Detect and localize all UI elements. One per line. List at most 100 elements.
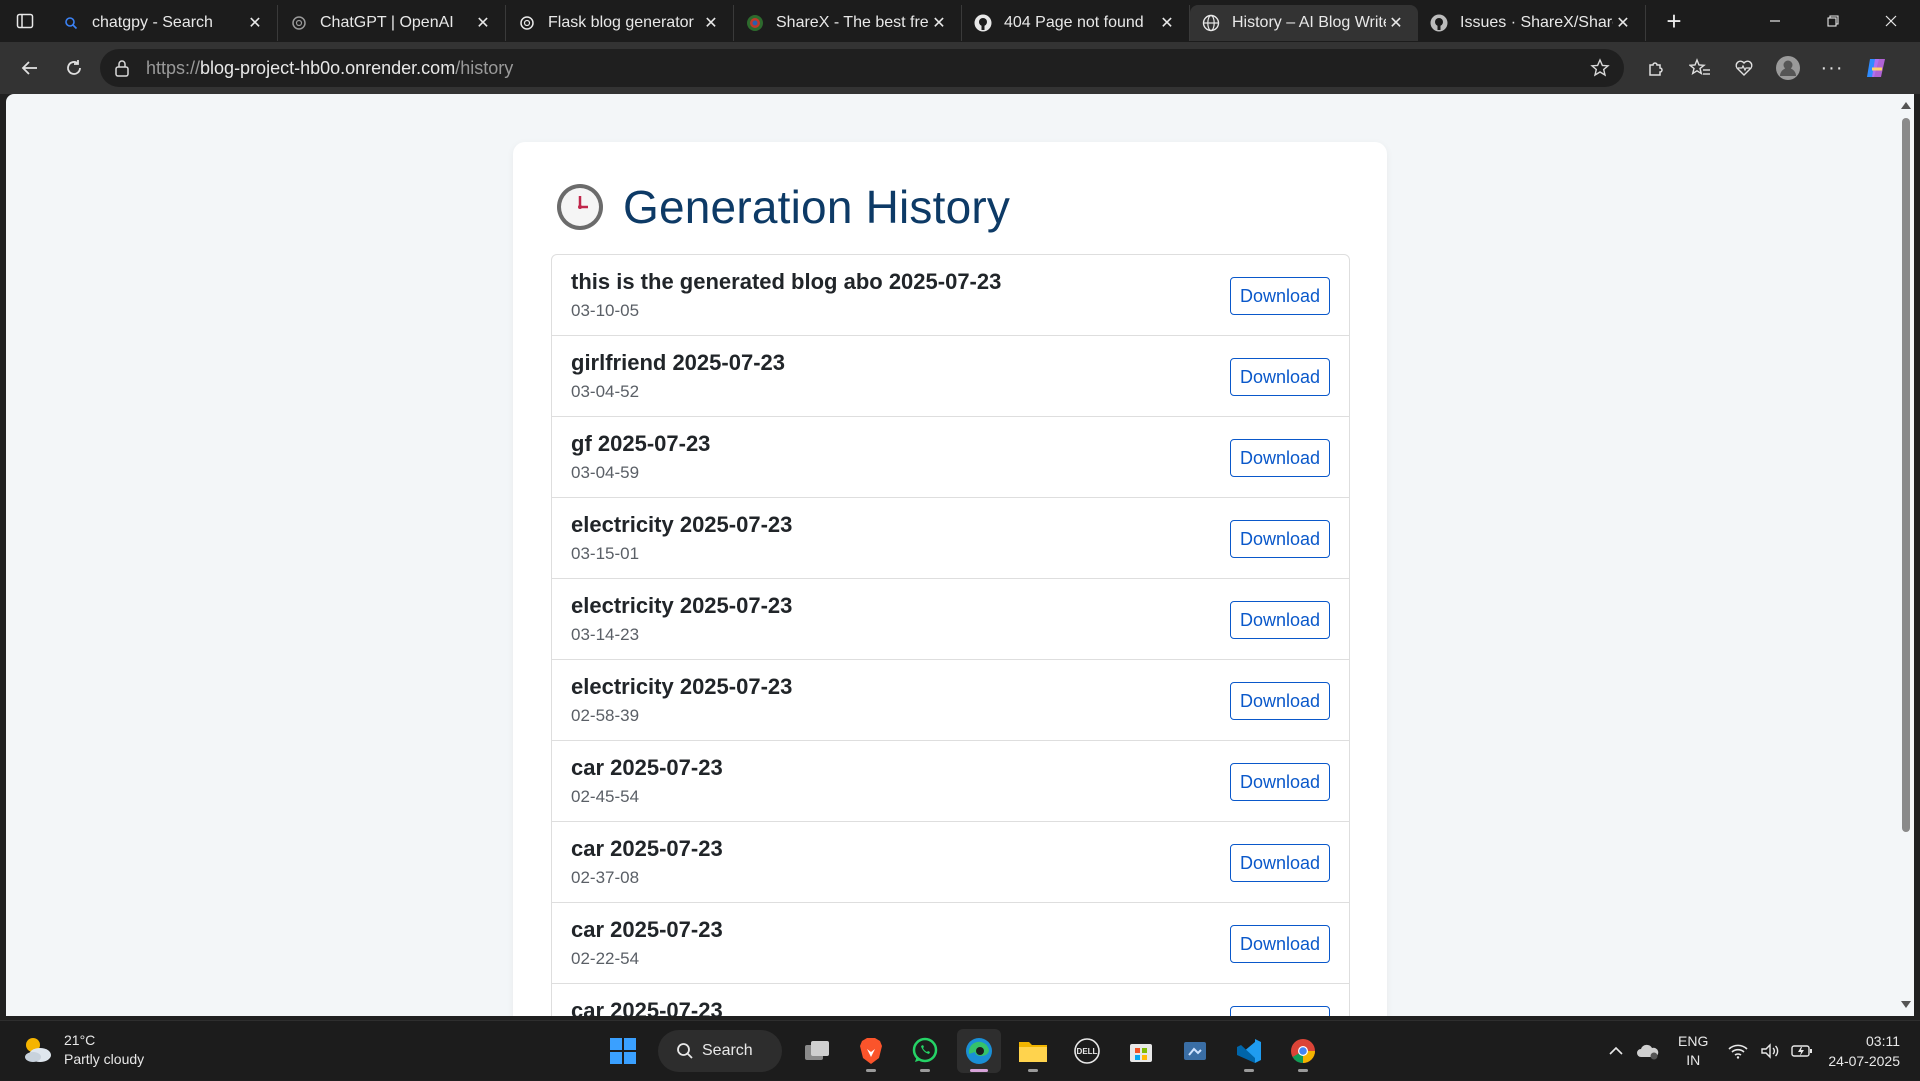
profile-button[interactable]	[1766, 48, 1810, 88]
tab-close-icon[interactable]: ✕	[473, 13, 493, 33]
clock-date: 24-07-2025	[1828, 1053, 1900, 1069]
tab-close-icon[interactable]: ✕	[1157, 13, 1177, 33]
task-view-button[interactable]	[795, 1029, 839, 1073]
scroll-up-icon[interactable]	[1901, 102, 1911, 109]
browser-essentials-button[interactable]	[1722, 48, 1766, 88]
tab-title: Flask blog generator	[548, 14, 694, 31]
wifi-button[interactable]	[1722, 1031, 1754, 1071]
restore-button[interactable]	[1804, 0, 1862, 42]
show-hidden-icons-button[interactable]	[1600, 1031, 1632, 1071]
tab-sharex[interactable]: ShareX - The best free ✕	[734, 5, 962, 41]
vscode-app[interactable]	[1227, 1029, 1271, 1073]
tab-history-active[interactable]: History – AI Blog Write ✕	[1190, 5, 1418, 41]
start-button[interactable]	[601, 1029, 645, 1073]
download-button[interactable]: Download	[1230, 682, 1330, 720]
copilot-button[interactable]	[1854, 48, 1898, 88]
page-viewport: Generation History this is the generated…	[6, 94, 1900, 1016]
download-button[interactable]: Download	[1230, 358, 1330, 396]
tab-title: History – AI Blog Write	[1232, 14, 1386, 31]
dell-icon: DELL	[1074, 1038, 1100, 1064]
tab-close-icon[interactable]: ✕	[1386, 13, 1406, 33]
onedrive-button[interactable]	[1632, 1031, 1664, 1071]
scrollbar-thumb[interactable]	[1902, 118, 1910, 832]
tab-close-icon[interactable]: ✕	[1613, 13, 1633, 33]
vertical-scrollbar[interactable]	[1898, 94, 1914, 1016]
download-button[interactable]: Download	[1230, 439, 1330, 477]
taskbar-search[interactable]: Search	[658, 1030, 782, 1072]
tab-actions-button[interactable]	[0, 0, 50, 42]
whatsapp-app[interactable]	[903, 1029, 947, 1073]
weather-widget[interactable]: 21°C Partly cloudy	[20, 1031, 144, 1069]
extensions-button[interactable]	[1634, 48, 1678, 88]
tab-chatgpt-openai[interactable]: ChatGPT | OpenAI ✕	[278, 5, 506, 41]
chrome-icon	[1291, 1039, 1315, 1063]
refresh-button[interactable]	[52, 48, 96, 88]
clock-icon	[557, 184, 603, 230]
close-icon	[1885, 15, 1897, 27]
restore-icon	[1827, 15, 1839, 27]
scroll-down-icon[interactable]	[1901, 1001, 1911, 1008]
history-list: this is the generated blog abo 2025-07-2…	[551, 254, 1350, 1016]
url-scheme: https://	[146, 57, 201, 78]
more-menu-button[interactable]: ···	[1810, 48, 1854, 88]
browser-window: chatgpy - Search ✕ ChatGPT | OpenAI ✕ Fl…	[0, 0, 1920, 1020]
weather-desc: Partly cloudy	[64, 1051, 145, 1067]
download-button[interactable]: Download	[1230, 520, 1330, 558]
file-explorer-app[interactable]	[1011, 1029, 1055, 1073]
tab-chatgpy-search[interactable]: chatgpy - Search ✕	[50, 5, 278, 41]
chrome-app[interactable]	[1281, 1029, 1325, 1073]
wifi-icon	[1728, 1044, 1748, 1059]
address-bar[interactable]: https://blog-project-hb0o.onrender.com/h…	[100, 49, 1624, 87]
download-button[interactable]: Download	[1230, 763, 1330, 801]
edge-app[interactable]	[957, 1029, 1001, 1073]
back-button[interactable]	[8, 48, 52, 88]
dell-app[interactable]: DELL	[1065, 1029, 1109, 1073]
favorites-button[interactable]	[1678, 48, 1722, 88]
address-toolbar: https://blog-project-hb0o.onrender.com/h…	[0, 42, 1920, 94]
battery-button[interactable]	[1786, 1031, 1818, 1071]
snipping-tool-icon	[1184, 1042, 1206, 1060]
new-tab-button[interactable]: +	[1656, 3, 1692, 39]
download-button[interactable]: Download	[1230, 844, 1330, 882]
entry-title: this is the generated blog abo 2025-07-2…	[571, 269, 1002, 294]
tab-issues-sharex[interactable]: Issues · ShareX/ShareX ✕	[1418, 5, 1646, 41]
tab-title: chatgpy - Search	[92, 14, 213, 31]
entry-time: 02-58-39	[571, 706, 640, 725]
vscode-icon	[1237, 1039, 1261, 1063]
taskbar-clock[interactable]: 03:11 24-07-2025	[1828, 1031, 1900, 1071]
list-item: electricity 2025-07-23 03-14-23 Download	[552, 579, 1349, 660]
brave-app[interactable]	[849, 1029, 893, 1073]
snipping-app[interactable]	[1173, 1029, 1217, 1073]
openai-icon	[518, 14, 536, 32]
list-item: car 2025-07-23 02-22-54 Download	[552, 903, 1349, 984]
entry-title: gf 2025-07-23	[571, 431, 711, 456]
running-indicator	[1244, 1069, 1254, 1072]
download-button[interactable]: Download	[1230, 1006, 1330, 1016]
running-indicator	[1298, 1069, 1308, 1072]
list-item: this is the generated blog abo 2025-07-2…	[552, 255, 1349, 336]
entry-title: electricity 2025-07-23	[571, 512, 793, 537]
store-app[interactable]	[1119, 1029, 1163, 1073]
download-button[interactable]: Download	[1230, 925, 1330, 963]
tab-404-page[interactable]: 404 Page not found ✕	[962, 5, 1190, 41]
tab-close-icon[interactable]: ✕	[701, 13, 721, 33]
globe-icon	[1202, 14, 1220, 32]
lock-icon[interactable]	[114, 59, 134, 77]
speaker-icon	[1761, 1043, 1779, 1059]
download-button[interactable]: Download	[1230, 601, 1330, 639]
language-indicator[interactable]: ENG IN	[1678, 1032, 1708, 1070]
window-controls	[1746, 0, 1920, 42]
close-window-button[interactable]	[1862, 0, 1920, 42]
tab-close-icon[interactable]: ✕	[245, 13, 265, 33]
minimize-button[interactable]	[1746, 0, 1804, 42]
favorite-star-icon[interactable]	[1590, 58, 1610, 78]
tab-close-icon[interactable]: ✕	[929, 13, 949, 33]
download-button[interactable]: Download	[1230, 277, 1330, 315]
volume-button[interactable]	[1754, 1031, 1786, 1071]
heart-pulse-icon	[1735, 60, 1753, 76]
entry-time: 03-15-01	[571, 544, 640, 563]
windows-icon	[610, 1038, 636, 1064]
minimize-icon	[1770, 20, 1780, 22]
tab-actions-icon	[16, 13, 34, 29]
tab-flask-blog-generator[interactable]: Flask blog generator ✕	[506, 5, 734, 41]
